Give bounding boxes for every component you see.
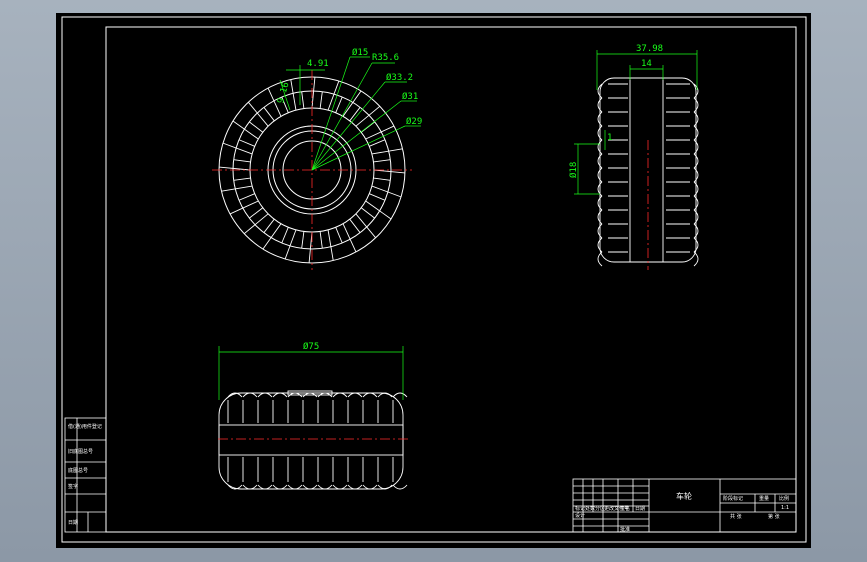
side-strip-label-3: 底图总号 — [68, 467, 88, 474]
tb-date: 日期 — [635, 506, 645, 512]
tb-sheet-total: 共 张 — [730, 513, 742, 520]
tb-sign: 签名 — [620, 505, 630, 512]
dim-inner: 14 — [641, 59, 652, 69]
tb-approve: 批准 — [620, 526, 630, 533]
dim-r35: R35.6 — [372, 53, 399, 63]
tb-sheet-no: 第 张 — [768, 513, 780, 520]
cad-drawing-canvas: 借(通)用件登记 旧底图总号 底图总号 签字 日期 Ø15 R35.6 Ø33.… — [56, 13, 811, 548]
dim-width: 37.98 — [636, 44, 663, 54]
dim-diameter: Ø75 — [303, 341, 319, 352]
title-part-name: 车轮 — [676, 491, 692, 501]
dim-d31: Ø31 — [402, 91, 418, 102]
side-strip-label-5: 日期 — [68, 520, 78, 526]
tb-scale-label: 比例 — [779, 495, 789, 502]
side-strip-label-4: 签字 — [68, 483, 78, 490]
tb-mark: 标记 — [575, 505, 585, 512]
side-strip-label-2: 旧底图总号 — [68, 448, 93, 455]
tb-scale-value: 1:1 — [781, 505, 789, 511]
dim-d29: Ø29 — [406, 116, 422, 127]
dim-height: Ø18 — [568, 162, 579, 178]
dim-small: 1 — [607, 133, 612, 143]
dim-d33: Ø33.2 — [386, 72, 413, 83]
dim-d15: Ø15 — [352, 47, 368, 58]
tb-count: 处数 — [585, 505, 595, 512]
dim-491: 4.91 — [307, 59, 329, 69]
tb-stage: 阶段标记 — [723, 495, 743, 502]
tb-weight: 重量 — [759, 495, 769, 502]
tb-designer: 设计 — [575, 512, 585, 519]
side-strip-label-1: 借(通)用件登记 — [68, 423, 102, 430]
